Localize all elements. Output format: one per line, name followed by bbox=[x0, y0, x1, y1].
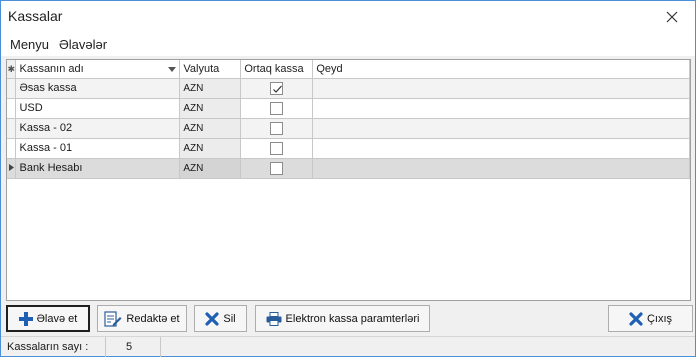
row-indicator bbox=[7, 118, 17, 139]
edit-button[interactable]: Redaktə et bbox=[97, 305, 187, 332]
row-indicator bbox=[7, 138, 17, 159]
printer-icon bbox=[266, 311, 282, 326]
kassalar-window: Kassalar Menyu Əlavələr ✱ Kassanın adı V… bbox=[0, 0, 696, 357]
cell-note[interactable] bbox=[312, 98, 690, 119]
shared-checkbox[interactable] bbox=[270, 161, 284, 175]
window-title: Kassalar bbox=[8, 8, 63, 24]
cell-note[interactable] bbox=[312, 118, 690, 139]
table-row[interactable]: Kassa - 02 AZN bbox=[7, 118, 690, 139]
sort-descending-icon[interactable] bbox=[168, 63, 177, 75]
row-indicator bbox=[7, 78, 17, 99]
table-row[interactable]: USD AZN bbox=[7, 98, 690, 119]
table-row-selected[interactable]: Bank Hesabı AZN bbox=[7, 158, 690, 179]
cell-note[interactable] bbox=[312, 78, 690, 99]
cell-note[interactable] bbox=[312, 158, 690, 179]
close-icon bbox=[666, 11, 678, 23]
table-row[interactable]: Kassa - 01 AZN bbox=[7, 138, 690, 159]
kassa-grid[interactable]: ✱ Kassanın adı Valyuta Ortaq kassa Qeyd bbox=[6, 59, 691, 301]
add-button-label: Əlavə et bbox=[36, 312, 78, 325]
shared-checkbox[interactable] bbox=[270, 121, 284, 135]
close-button[interactable] bbox=[649, 1, 695, 32]
cell-currency[interactable]: AZN bbox=[179, 158, 242, 179]
cell-shared[interactable] bbox=[240, 138, 314, 159]
cell-currency[interactable]: AZN bbox=[179, 118, 242, 139]
cell-currency[interactable]: AZN bbox=[179, 78, 242, 99]
delete-button[interactable]: Sil bbox=[194, 305, 247, 332]
delete-button-label: Sil bbox=[223, 312, 236, 325]
edit-button-label: Redaktə et bbox=[126, 312, 180, 325]
ekassa-settings-label: Elektron kassa paramterləri bbox=[285, 312, 420, 325]
exit-button-label: Çıxış bbox=[646, 312, 673, 325]
column-header-name[interactable]: Kassanın adı bbox=[15, 60, 181, 79]
cell-currency[interactable]: AZN bbox=[179, 138, 242, 159]
header-row: ✱ Kassanın adı Valyuta Ortaq kassa Qeyd bbox=[7, 60, 690, 79]
cell-currency[interactable]: AZN bbox=[179, 98, 242, 119]
status-bar: Kassaların sayı : 5 bbox=[1, 336, 695, 357]
title-bar: Kassalar bbox=[1, 1, 695, 32]
x-icon bbox=[205, 311, 219, 326]
x-icon bbox=[629, 311, 643, 326]
kassa-table: ✱ Kassanın adı Valyuta Ortaq kassa Qeyd bbox=[7, 60, 690, 179]
edit-document-icon bbox=[104, 310, 122, 327]
status-divider bbox=[105, 337, 106, 357]
cell-note[interactable] bbox=[312, 138, 690, 159]
cell-name[interactable]: Əsas kassa bbox=[15, 78, 181, 99]
exit-button[interactable]: Çıxış bbox=[608, 305, 693, 332]
current-row-arrow-icon bbox=[8, 162, 14, 174]
new-row-indicator: ✱ bbox=[7, 60, 17, 79]
row-indicator bbox=[7, 158, 17, 179]
cell-shared[interactable] bbox=[240, 98, 314, 119]
cell-name[interactable]: Bank Hesabı bbox=[15, 158, 181, 179]
asterisk-icon: ✱ bbox=[7, 63, 16, 74]
plus-icon bbox=[18, 311, 33, 326]
menu-menyu[interactable]: Menyu bbox=[10, 37, 49, 52]
status-divider bbox=[160, 337, 161, 357]
row-indicator bbox=[7, 98, 17, 119]
shared-checkbox[interactable] bbox=[270, 81, 284, 95]
cell-name[interactable]: USD bbox=[15, 98, 181, 119]
kassa-count-label: Kassaların sayı : bbox=[7, 341, 89, 353]
kassa-count-value: 5 bbox=[126, 341, 133, 353]
column-header-name-label: Kassanın adı bbox=[19, 62, 84, 75]
add-button[interactable]: Əlavə et bbox=[6, 305, 90, 332]
shared-checkbox[interactable] bbox=[270, 101, 284, 115]
table-row[interactable]: Əsas kassa AZN bbox=[7, 78, 690, 99]
ekassa-settings-button[interactable]: Elektron kassa paramterləri bbox=[255, 305, 430, 332]
shared-checkbox[interactable] bbox=[270, 141, 284, 155]
column-header-currency[interactable]: Valyuta bbox=[179, 60, 242, 79]
cell-shared[interactable] bbox=[240, 118, 314, 139]
cell-name[interactable]: Kassa - 01 bbox=[15, 138, 181, 159]
cell-name[interactable]: Kassa - 02 bbox=[15, 118, 181, 139]
menu-bar: Menyu Əlavələr bbox=[1, 32, 695, 56]
menu-elaveler[interactable]: Əlavələr bbox=[59, 37, 107, 52]
cell-shared[interactable] bbox=[240, 158, 314, 179]
cell-shared[interactable] bbox=[240, 78, 314, 99]
column-header-shared[interactable]: Ortaq kassa bbox=[240, 60, 314, 79]
column-header-note[interactable]: Qeyd bbox=[312, 60, 690, 79]
